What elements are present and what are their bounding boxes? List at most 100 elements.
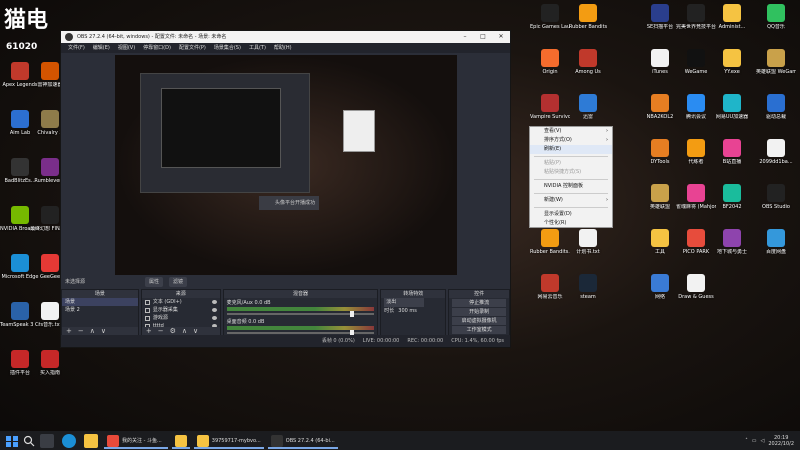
task-view-icon[interactable] — [40, 433, 54, 448]
desktop-icon[interactable]: 雀魂麻将 (Mahjong...) — [676, 184, 716, 210]
taskbar-task[interactable]: OBS 27.2.4 (64-bi... — [267, 433, 338, 449]
source-item[interactable]: 文本 (GDI+) — [142, 298, 220, 306]
eye-icon[interactable] — [211, 308, 217, 312]
context-menu-item[interactable]: 新建(W) › — [530, 196, 612, 205]
obs-titlebar[interactable]: OBS 27.2.4 (64-bit, windows) - 配置文件: 未命名… — [61, 31, 510, 43]
filters-button[interactable]: 滤镜 — [169, 277, 188, 287]
desktop-icon[interactable]: B站直播 — [712, 139, 752, 165]
virtual-camera-button[interactable]: 启动虚拟摄像机 — [452, 317, 506, 325]
desktop-icon-label: WeGame — [684, 69, 708, 75]
studio-mode-button[interactable]: 工作室模式 — [452, 326, 506, 334]
desktop-icon[interactable]: 工具 — [640, 229, 680, 255]
desktop-icon[interactable]: 英雄联盟 — [640, 184, 680, 210]
desktop-icon[interactable]: BF2042 — [712, 184, 752, 210]
menu-view[interactable]: 视图(V) — [114, 43, 139, 53]
desktop-icon[interactable]: WeGame — [676, 49, 716, 75]
desktop-icon[interactable]: 完美世界竞技平台 — [676, 4, 716, 30]
eye-icon[interactable] — [211, 300, 217, 304]
stop-stream-button[interactable]: 停止推流 — [452, 299, 506, 307]
search-icon[interactable] — [22, 434, 36, 448]
menu-scene-collection[interactable]: 场景集合(S) — [210, 43, 245, 53]
menu-help[interactable]: 帮助(H) — [270, 43, 296, 53]
desktop-icon[interactable]: 英雄联盟 WeGame版 — [756, 49, 796, 75]
context-menu-item[interactable]: 显示设置(D) — [530, 210, 612, 219]
maximize-icon[interactable]: □ — [474, 31, 492, 43]
volume-slider[interactable] — [226, 311, 375, 317]
desktop-icon[interactable]: 2099dd1ba... — [756, 139, 796, 165]
desktop-icon[interactable]: 网易UU加速器 — [712, 94, 752, 120]
source-item[interactable]: 显示器采集 — [142, 306, 220, 314]
menu-docks[interactable]: 停靠窗口(D) — [139, 43, 175, 53]
menu-tools[interactable]: 工具(T) — [245, 43, 270, 53]
desktop-icon[interactable]: 驱动总裁 — [756, 94, 796, 120]
desktop-icon[interactable]: 百度网盘 — [756, 229, 796, 255]
menu-edit[interactable]: 编辑(E) — [89, 43, 114, 53]
edge-icon[interactable] — [62, 433, 76, 448]
context-menu-item[interactable]: 刷新(E) — [530, 145, 612, 154]
desktop-icon[interactable]: 地下城与勇士 — [712, 229, 752, 255]
network-icon[interactable]: ▭ — [752, 438, 757, 444]
clock[interactable]: 20:19 2022/10/2 — [768, 435, 794, 447]
desktop-icon[interactable]: Rubber Bandits — [568, 4, 608, 30]
app-icon — [723, 184, 741, 202]
desktop-icon[interactable]: OBS Studio — [756, 184, 796, 210]
app-icon — [41, 158, 59, 176]
app-icon — [41, 254, 59, 272]
taskbar-task[interactable]: 我的关注 - 斗鱼... — [104, 433, 168, 449]
context-menu-item[interactable]: 个性化(R) — [530, 219, 612, 228]
taskbar-task[interactable]: 39759717-mybvo... — [193, 433, 264, 449]
start-icon[interactable] — [4, 434, 18, 448]
menu-file[interactable]: 文件(F) — [64, 43, 89, 53]
desktop-icon[interactable]: Origin — [530, 49, 570, 75]
scene-item[interactable]: 场景 2 — [62, 306, 138, 314]
explorer-icon[interactable] — [84, 433, 98, 448]
desktop-icon[interactable]: 网络 — [640, 274, 680, 300]
desktop-icon[interactable]: 计划书.txt — [568, 229, 608, 255]
volume-slider[interactable] — [226, 330, 375, 336]
source-item[interactable]: 游戏源 — [142, 314, 220, 322]
context-menu-item[interactable]: NVIDIA 控制面板 — [530, 182, 612, 191]
transition-select[interactable]: 淡出 — [384, 298, 425, 307]
desktop-icon-label: OBS Studio — [762, 204, 790, 210]
start-recording-button[interactable]: 开始录制 — [452, 308, 506, 316]
desktop-icon[interactable]: 买入指南 — [30, 350, 70, 376]
desktop-icon[interactable]: Among Us — [568, 49, 608, 75]
desktop-icon-label: 英雄联盟 — [649, 204, 670, 210]
desktop-icon[interactable]: 腾讯会议 — [676, 94, 716, 120]
volume-icon[interactable]: ◁ — [761, 438, 765, 444]
app-icon — [651, 229, 669, 247]
scene-item[interactable]: 场景 — [62, 298, 138, 306]
desktop-icon[interactable]: 网易云音乐 — [530, 274, 570, 300]
desktop-icon[interactable]: 代练者 — [676, 139, 716, 165]
slider-knob[interactable] — [350, 311, 355, 317]
desktop-icon[interactable]: SE扫描平台 — [640, 4, 680, 30]
obs-preview[interactable]: 头像平台开播成功 — [115, 55, 457, 275]
desktop-icon[interactable]: PICO PARK — [676, 229, 716, 255]
desktop-icon[interactable]: Rubber Bandits... — [530, 229, 570, 255]
chevron-up-icon[interactable]: ˄ — [745, 438, 748, 444]
eye-icon[interactable] — [211, 316, 217, 320]
menu-item-label: 显示设置(D) — [544, 211, 572, 217]
context-menu-item[interactable]: 查看(V) › — [530, 127, 612, 136]
duration-input[interactable]: 300 ms — [398, 307, 417, 316]
desktop-icon[interactable]: 迅雷 — [568, 94, 608, 120]
desktop-icon[interactable]: NBA2KOL2 — [640, 94, 680, 120]
desktop-icon[interactable]: Epic Games Launcher — [530, 4, 570, 30]
desktop-icon[interactable]: steam — [568, 274, 608, 300]
obs-window[interactable]: OBS 27.2.4 (64-bit, windows) - 配置文件: 未命名… — [60, 30, 511, 348]
minimize-icon[interactable]: – — [456, 31, 474, 43]
menu-separator — [534, 207, 608, 208]
desktop-icon[interactable]: iTunes — [640, 49, 680, 75]
desktop-icon[interactable]: YY.exe — [712, 49, 752, 75]
menu-profile[interactable]: 配置文件(P) — [175, 43, 210, 53]
desktop-icon[interactable]: DYTools — [640, 139, 680, 165]
desktop-icon[interactable]: QQ音乐 — [756, 4, 796, 30]
scenes-title: 场景 — [62, 290, 138, 298]
context-menu-item[interactable]: 排序方式(O) › — [530, 136, 612, 145]
desktop-icon[interactable]: Administ... — [712, 4, 752, 30]
desktop-icon[interactable]: Draw & Guess — [676, 274, 716, 300]
close-icon[interactable]: ✕ — [492, 31, 510, 43]
taskbar-task[interactable] — [171, 433, 190, 449]
properties-button[interactable]: 属性 — [145, 277, 164, 287]
desktop-icon[interactable]: Vampire Survivors — [530, 94, 570, 120]
